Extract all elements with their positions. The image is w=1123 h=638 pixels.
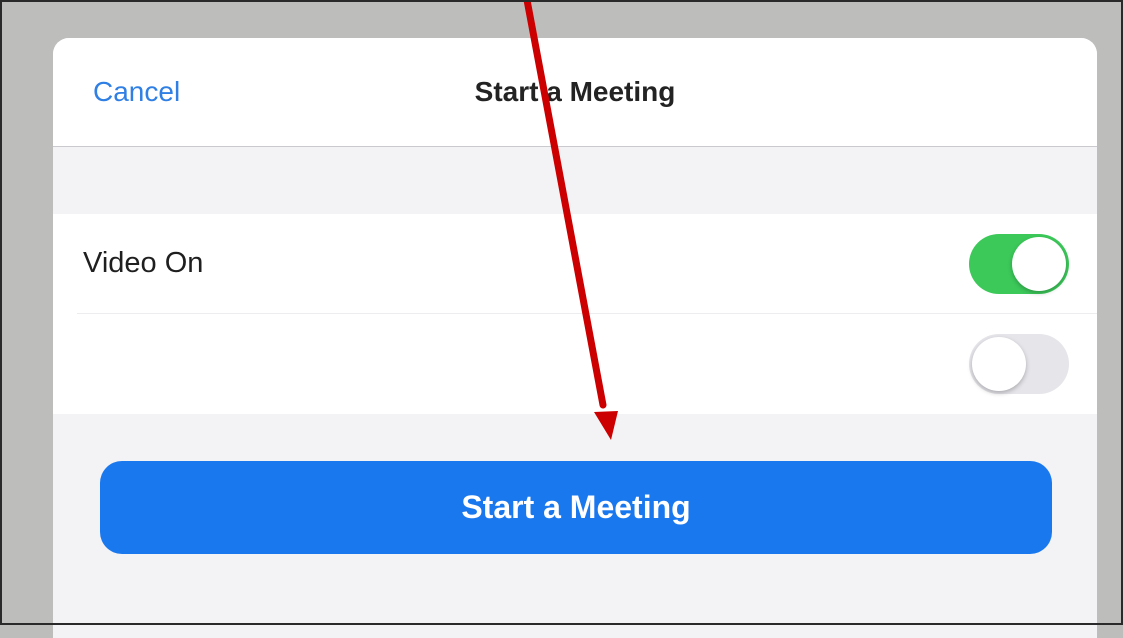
page-title: Start a Meeting (474, 76, 676, 107)
video-on-row: Video On (53, 214, 1097, 314)
second-setting-toggle[interactable] (969, 334, 1069, 394)
start-meeting-button[interactable]: Start a Meeting (100, 461, 1052, 554)
video-on-toggle[interactable] (969, 234, 1069, 294)
toggle-knob (972, 337, 1026, 391)
start-meeting-sheet: Cancel Start a Meeting Video On Start a … (53, 38, 1097, 638)
toggle-knob (1012, 237, 1066, 291)
settings-group: Video On (53, 214, 1097, 414)
sheet-header: Cancel Start a Meeting (53, 38, 1097, 147)
video-on-label: Video On (83, 247, 204, 279)
second-setting-row (53, 314, 1097, 414)
